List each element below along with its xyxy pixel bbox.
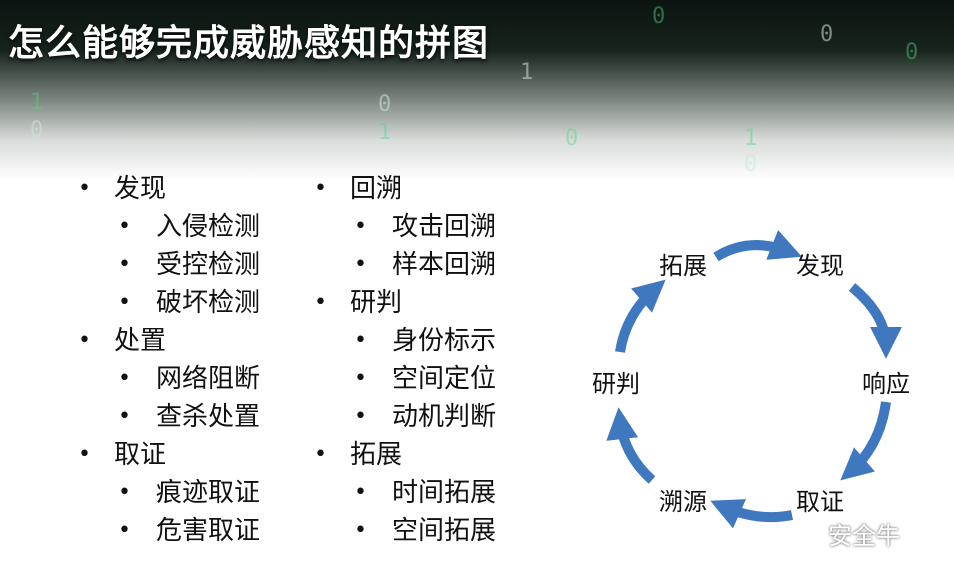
bullet-icon: • xyxy=(354,252,367,277)
cycle-arrow-expand-to-discover xyxy=(713,230,802,262)
cycle-arrow-analyze-to-expand xyxy=(615,279,666,353)
outline-label: 研判 xyxy=(350,288,403,318)
watermark: 安全牛 xyxy=(780,516,900,552)
slide-title: 怎么能够完成威胁感知的拼图 xyxy=(8,23,490,64)
outline-item: • 回溯 xyxy=(314,170,496,208)
bullet-icon: • xyxy=(118,214,131,239)
bullet-icon: • xyxy=(314,176,327,201)
background-digit: 0 xyxy=(652,4,666,29)
outline-item: • 发现 xyxy=(78,170,260,208)
background-digit: 1 xyxy=(378,120,392,145)
cycle-arrow-discover-to-respond xyxy=(848,283,902,359)
outline-label: 取证 xyxy=(114,440,167,470)
outline-sublabel: 网络阻断 xyxy=(156,364,261,394)
watermark-text: 安全牛 xyxy=(828,522,900,550)
outline-subitem: • 痕迹取证 xyxy=(78,474,260,512)
cycle-node-respond: 响应 xyxy=(862,370,910,398)
wechat-icon xyxy=(781,523,822,550)
outline-subitem: • 网络阻断 xyxy=(78,360,260,398)
cycle-node-discover: 发现 xyxy=(796,252,844,280)
left-outline: • 发现 • 入侵检测 • 受控检测 • 破坏检测 • 处置 • 网络阻断 • 查杀处置 • 取… xyxy=(78,170,260,550)
outline-item: • 取证 xyxy=(78,436,260,474)
bullet-icon: • xyxy=(354,518,367,543)
bullet-icon: • xyxy=(354,404,367,429)
outline-item: • 研判 xyxy=(314,284,496,322)
cycle-arrow-respond-to-evidence xyxy=(840,401,891,481)
background-digit: 0 xyxy=(905,40,919,65)
outline-sublabel: 样本回溯 xyxy=(392,250,497,280)
background-digit: 0 xyxy=(820,22,834,47)
bullet-icon: • xyxy=(78,442,91,467)
outline-subitem: • 受控检测 xyxy=(78,246,260,284)
outline-sublabel: 受控检测 xyxy=(156,250,261,280)
bullet-icon: • xyxy=(118,480,131,505)
outline-sublabel: 攻击回溯 xyxy=(392,212,497,242)
bullet-icon: • xyxy=(118,366,131,391)
outline-subitem: • 时间拓展 xyxy=(314,474,496,512)
bullet-icon: • xyxy=(354,366,367,391)
bullet-icon: • xyxy=(354,480,367,505)
cycle-node-evidence: 取证 xyxy=(796,488,844,516)
outline-subitem: • 样本回溯 xyxy=(314,246,496,284)
outline-subitem: • 入侵检测 xyxy=(78,208,260,246)
outline-subitem: • 破坏检测 xyxy=(78,284,260,322)
outline-sublabel: 破坏检测 xyxy=(156,288,261,318)
bullet-icon: • xyxy=(314,442,327,467)
bullet-icon: • xyxy=(78,328,91,353)
outline-subitem: • 危害取证 xyxy=(78,512,260,550)
bullet-icon: • xyxy=(78,176,91,201)
outline-sublabel: 痕迹取证 xyxy=(156,478,261,508)
outline-sublabel: 动机判断 xyxy=(392,402,497,432)
background-digit: 1 xyxy=(744,126,758,151)
outline-subitem: • 空间定位 xyxy=(314,360,496,398)
outline-sublabel: 空间定位 xyxy=(392,364,497,394)
outline-sublabel: 入侵检测 xyxy=(156,212,261,242)
bullet-icon: • xyxy=(354,214,367,239)
outline-sublabel: 危害取证 xyxy=(156,516,261,546)
bullet-icon: • xyxy=(354,328,367,353)
background-digit: 1 xyxy=(520,60,534,85)
outline-label: 发现 xyxy=(114,174,167,204)
background-digit: 0 xyxy=(378,92,392,117)
cycle-node-trace: 溯源 xyxy=(659,488,707,516)
outline-label: 回溯 xyxy=(350,174,403,204)
cycle-node-analyze: 研判 xyxy=(592,370,640,398)
outline-sublabel: 查杀处置 xyxy=(156,402,261,432)
outline-subitem: • 查杀处置 xyxy=(78,398,260,436)
outline-sublabel: 身份标示 xyxy=(392,326,497,356)
outline-label: 拓展 xyxy=(350,440,403,470)
background-digit: 0 xyxy=(744,152,758,177)
bullet-icon: • xyxy=(118,252,131,277)
cycle-arrow-trace-to-analyze xyxy=(606,407,656,484)
outline-sublabel: 时间拓展 xyxy=(392,478,497,508)
outline-subitem: • 攻击回溯 xyxy=(314,208,496,246)
outline-subitem: • 空间拓展 xyxy=(314,512,496,550)
outline-item: • 拓展 xyxy=(314,436,496,474)
outline-item: • 处置 xyxy=(78,322,260,360)
bullet-icon: • xyxy=(118,404,131,429)
bullet-icon: • xyxy=(314,290,327,315)
background-digit: 1 xyxy=(30,90,44,115)
outline-subitem: • 身份标示 xyxy=(314,322,496,360)
middle-outline: • 回溯 • 攻击回溯 • 样本回溯 • 研判 • 身份标示 • 空间定位 • 动机判断 • 拓… xyxy=(314,170,496,550)
outline-label: 处置 xyxy=(114,326,167,356)
bullet-icon: • xyxy=(118,518,131,543)
outline-sublabel: 空间拓展 xyxy=(392,516,497,546)
cycle-node-expand: 拓展 xyxy=(659,252,707,280)
background-digit: 0 xyxy=(30,118,44,143)
background-digit: 0 xyxy=(565,126,579,151)
outline-subitem: • 动机判断 xyxy=(314,398,496,436)
bullet-icon: • xyxy=(118,290,131,315)
